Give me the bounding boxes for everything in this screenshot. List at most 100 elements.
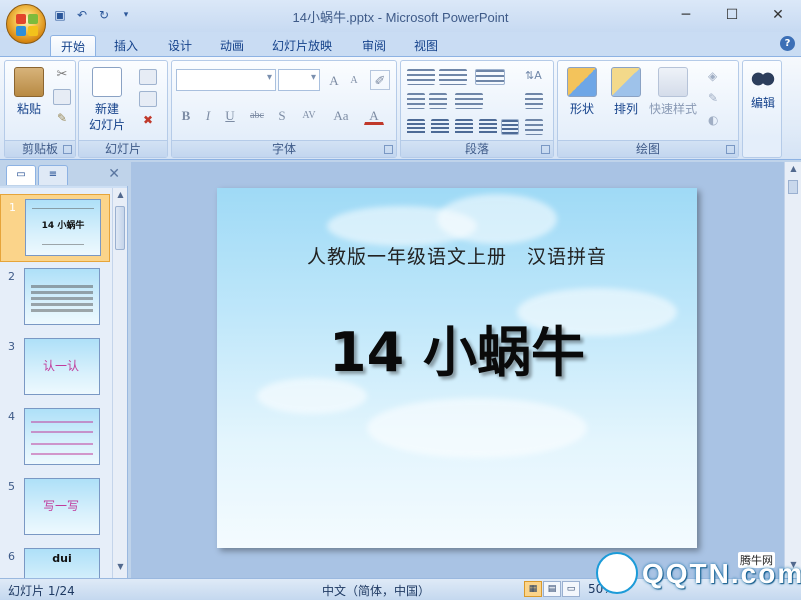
- paste-button[interactable]: 粘贴: [11, 67, 47, 117]
- reset-icon[interactable]: [139, 91, 157, 107]
- shapes-button[interactable]: 形状: [564, 67, 600, 117]
- thumbnail-title: 写一写: [43, 499, 80, 513]
- change-case-button[interactable]: Aa: [328, 105, 354, 125]
- format-painter-icon[interactable]: ✎: [53, 111, 71, 127]
- thumbnail-scrollbar[interactable]: ▲ ▼: [112, 188, 127, 578]
- shadow-button[interactable]: S: [272, 105, 292, 125]
- strikethrough-button[interactable]: abc: [244, 105, 270, 125]
- ribbon-tabs: 开始 插入 设计 动画 幻灯片放映 审阅 视图 ?: [0, 32, 801, 56]
- text-direction-icon[interactable]: ⇅A: [525, 69, 543, 85]
- scrollbar-thumb[interactable]: [115, 206, 125, 250]
- slide-sorter-view-button[interactable]: ▤: [543, 581, 561, 597]
- font-color-button[interactable]: A: [364, 105, 384, 125]
- align-right-icon[interactable]: [455, 119, 473, 135]
- scroll-up-icon[interactable]: ▲: [113, 190, 128, 204]
- title-bar: ▣ ↶ ↻ ▾ 14小蜗牛.pptx - Microsoft PowerPoin…: [0, 0, 801, 44]
- thumbnail-slide-3[interactable]: 3 认一认: [0, 334, 110, 402]
- paragraph-dialog-launcher-icon[interactable]: [541, 145, 550, 154]
- font-dialog-launcher-icon[interactable]: [384, 145, 393, 154]
- font-name-combo[interactable]: [176, 69, 276, 91]
- thumbnail-slide-4[interactable]: 4: [0, 404, 110, 472]
- font-group: A A ✐ B I U abc S AV Aa A 字体: [171, 60, 397, 158]
- shape-outline-icon[interactable]: ✎: [708, 91, 726, 107]
- thumbnail-slide-2[interactable]: 2: [0, 264, 110, 332]
- maximize-button[interactable]: ☐: [709, 0, 755, 30]
- cut-icon[interactable]: ✂: [53, 67, 71, 83]
- normal-view-button[interactable]: ▦: [524, 581, 542, 597]
- tab-design[interactable]: 设计: [158, 35, 202, 56]
- align-center-icon[interactable]: [431, 119, 449, 135]
- tab-home[interactable]: 开始: [50, 35, 97, 56]
- copy-icon[interactable]: [53, 89, 71, 105]
- arrange-button[interactable]: 排列: [608, 67, 644, 117]
- numbering-icon[interactable]: [439, 69, 467, 85]
- clipboard-icon: [14, 67, 44, 97]
- help-icon[interactable]: ?: [780, 36, 795, 51]
- font-size-combo[interactable]: [278, 69, 320, 91]
- underline-button[interactable]: U: [220, 105, 240, 125]
- slide-counter: 幻灯片 1/24: [8, 584, 75, 598]
- thumbnail-slide-6[interactable]: 6 dui: [0, 544, 110, 578]
- office-logo-icon: [16, 14, 38, 36]
- watermark-logo-icon: [596, 552, 638, 594]
- align-left-icon[interactable]: [407, 119, 425, 135]
- thumbnail-title: 14 小蜗牛: [41, 221, 85, 231]
- new-slide-button[interactable]: 新建 幻灯片: [83, 67, 131, 133]
- close-button[interactable]: ✕: [755, 0, 801, 30]
- shrink-font-icon[interactable]: A: [344, 70, 364, 90]
- columns-icon[interactable]: [455, 93, 483, 109]
- tab-view[interactable]: 视图: [404, 35, 448, 56]
- line-spacing-icon[interactable]: [475, 69, 505, 85]
- bold-button[interactable]: B: [176, 105, 196, 125]
- increase-indent-icon[interactable]: [429, 93, 447, 109]
- window-controls: ─ ☐ ✕: [663, 0, 801, 30]
- char-spacing-button[interactable]: AV: [296, 105, 322, 125]
- tab-review[interactable]: 审阅: [352, 35, 396, 56]
- italic-button[interactable]: I: [198, 105, 218, 125]
- quick-styles-button[interactable]: 快速样式: [648, 67, 698, 117]
- slideshow-view-button[interactable]: ▭: [562, 581, 580, 597]
- scroll-down-icon[interactable]: ▼: [113, 562, 128, 576]
- tab-insert[interactable]: 插入: [104, 35, 148, 56]
- office-button[interactable]: [6, 4, 46, 44]
- decrease-indent-icon[interactable]: [407, 93, 425, 109]
- delete-slide-icon[interactable]: ✖: [139, 113, 157, 129]
- editing-button[interactable]: 编辑: [747, 67, 779, 111]
- minimize-button[interactable]: ─: [663, 0, 709, 30]
- drawing-group-label: 绘图: [558, 140, 738, 157]
- editor-scrollbar-thumb[interactable]: [788, 180, 798, 194]
- thumbnail-slide-5[interactable]: 5 写一写: [0, 474, 110, 542]
- paragraph-group-label: 段落: [401, 140, 553, 157]
- thumbnail-slide-1[interactable]: 1 14 小蜗牛: [0, 194, 110, 262]
- ribbon: 粘贴 ✂ ✎ 剪贴板 新建 幻灯片 ✖ 幻灯片 A A ✐ B I U abc …: [0, 56, 801, 160]
- slide-title[interactable]: 14 小蜗牛: [217, 308, 697, 387]
- smartart-icon[interactable]: [525, 119, 543, 135]
- slides-tab-icon[interactable]: ▭: [6, 165, 36, 185]
- shape-effects-icon[interactable]: ◐: [708, 113, 726, 129]
- quick-styles-icon: [658, 67, 688, 97]
- grow-font-icon[interactable]: A: [324, 70, 344, 90]
- editor-scroll-up-icon[interactable]: ▲: [785, 164, 801, 178]
- distributed-icon[interactable]: [501, 119, 519, 135]
- new-slide-label-1: 新建: [94, 102, 119, 116]
- tab-slideshow[interactable]: 幻灯片放映: [262, 35, 342, 56]
- dialog-launcher-icon[interactable]: [63, 145, 72, 154]
- shape-fill-icon[interactable]: ◈: [708, 69, 726, 85]
- slides-pane: ▭ ≡ ✕ 1 14 小蜗牛 2 3 认一认 4 5 写一写 6 dui ▲ ▼: [0, 162, 128, 578]
- bullets-icon[interactable]: [407, 69, 435, 85]
- editor-scrollbar[interactable]: ▲ ▼: [784, 162, 801, 578]
- thumbnail-image: [24, 268, 100, 325]
- language-indicator[interactable]: 中文（简体，中国）: [322, 582, 430, 599]
- tab-animations[interactable]: 动画: [210, 35, 254, 56]
- new-slide-label-2: 幻灯片: [88, 118, 125, 132]
- current-slide[interactable]: 人教版一年级语文上册 汉语拼音 14 小蜗牛: [217, 188, 697, 548]
- clear-format-icon[interactable]: ✐: [370, 70, 390, 90]
- outline-tab-icon[interactable]: ≡: [38, 165, 68, 185]
- arrange-label: 排列: [613, 102, 638, 116]
- drawing-dialog-launcher-icon[interactable]: [726, 145, 735, 154]
- align-text-icon[interactable]: [525, 93, 543, 109]
- layout-icon[interactable]: [139, 69, 157, 85]
- slide-subtitle[interactable]: 人教版一年级语文上册 汉语拼音: [217, 242, 697, 269]
- close-pane-icon[interactable]: ✕: [108, 166, 120, 182]
- justify-icon[interactable]: [479, 119, 497, 135]
